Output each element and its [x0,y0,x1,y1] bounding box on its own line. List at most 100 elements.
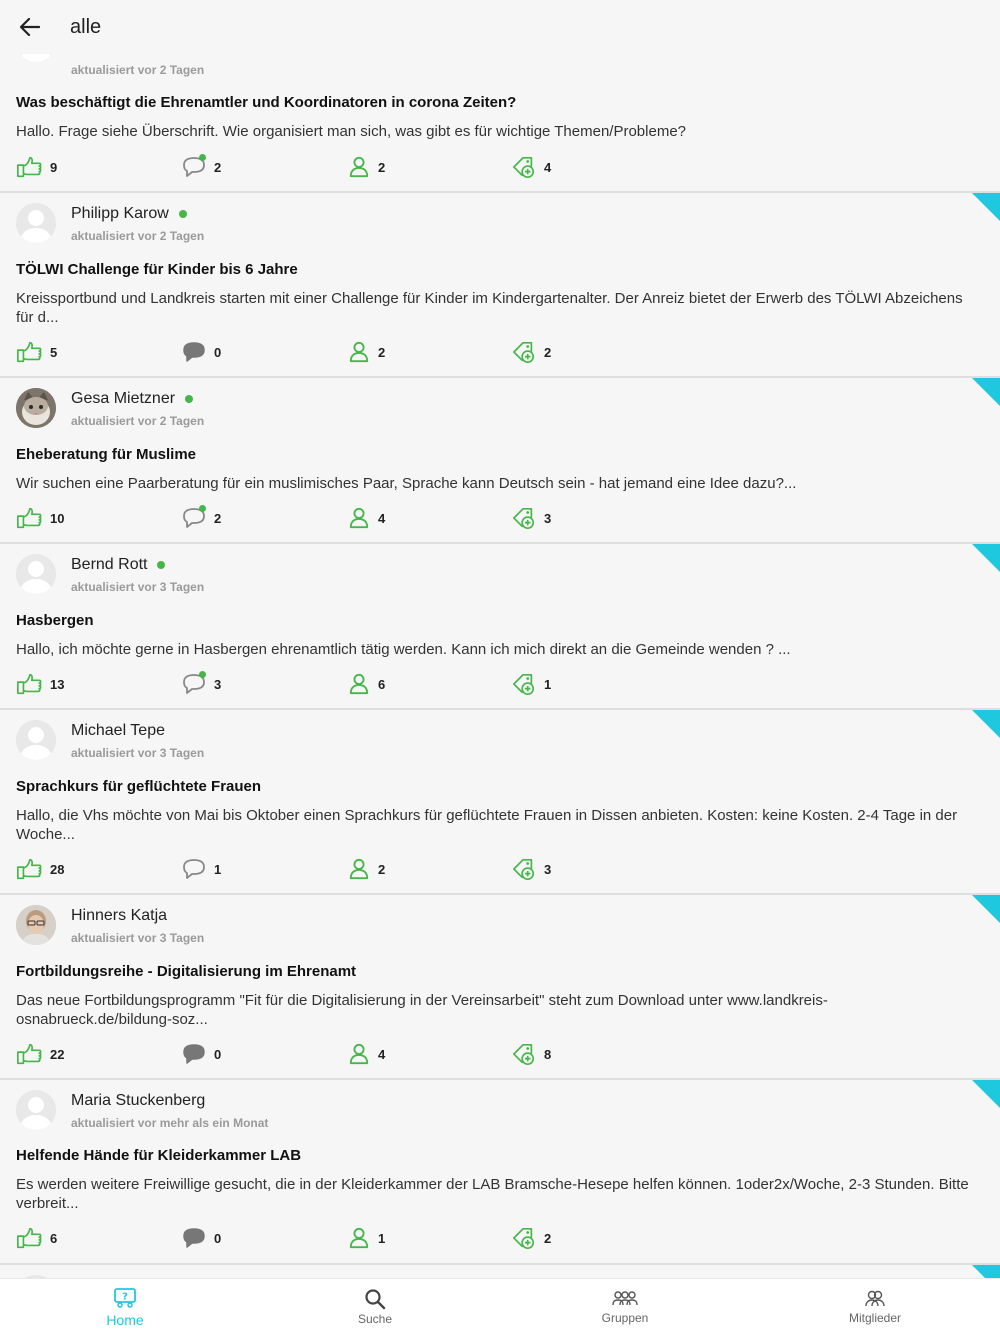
post-card[interactable]: Gesa Mietzner aktualisiert vor 2 Tagen E… [0,378,1000,544]
like-count: 13 [50,676,65,692]
tags-button[interactable]: 2 [512,337,551,367]
post-card[interactable]: Hinners Katja aktualisiert vor 3 Tagen F… [0,895,1000,1080]
cat-photo-icon [16,388,56,428]
new-indicator [972,710,1000,738]
author-name[interactable]: Michael Tepe [71,722,165,740]
person-icon [348,1043,370,1065]
action-bar: 22 0 4 8 [16,1039,1000,1069]
person-icon [348,507,370,529]
like-button[interactable]: 13 [16,669,64,699]
post-preview: Hallo, ich möchte gerne in Hasbergen ehr… [16,641,791,658]
tag-count: 1 [544,676,552,692]
thumbs-up-icon [16,1226,42,1250]
author-name[interactable]: Maria Stuckenberg [71,1092,205,1110]
participants-button[interactable]: 2 [348,337,385,367]
tags-button[interactable]: 1 [512,669,551,699]
author-label: Bernd Rott [71,556,148,573]
comments-button[interactable]: 3 [182,669,221,699]
tag-count: 2 [544,344,552,360]
avatar[interactable] [16,905,56,945]
comments-button[interactable]: 2 [182,503,221,533]
tags-button[interactable]: 2 [512,1223,551,1253]
avatar[interactable] [16,554,56,594]
participant-count: 2 [378,159,386,175]
groups-icon [612,1290,638,1305]
like-button[interactable]: 22 [16,1039,64,1069]
avatar[interactable] [16,203,56,243]
comments-button[interactable]: 0 [182,337,221,367]
like-count: 28 [50,861,65,877]
post-title: Helfende Hände für Kleiderkammer LAB [16,1147,302,1164]
comment-count: 0 [214,1046,222,1062]
like-button[interactable]: 6 [16,1223,57,1253]
tag-count: 8 [544,1046,552,1062]
nav-members[interactable]: Mitglieder [750,1279,1000,1334]
tags-button[interactable]: 4 [512,152,551,182]
avatar[interactable] [16,720,56,760]
updated-time: aktualisiert vor 3 Tagen [71,746,205,760]
author-name[interactable]: Gesa Mietzner [71,390,194,408]
tags-button[interactable]: 8 [512,1039,551,1069]
author-name[interactable]: Bernd Rott [71,556,166,574]
tag-count: 4 [544,159,552,175]
action-bar: 13 3 6 1 [16,669,1000,699]
arrow-left-icon [20,18,40,36]
tag-add-icon [512,1042,536,1066]
participants-button[interactable]: 2 [348,152,385,182]
tags-button[interactable]: 3 [512,854,551,884]
comment-icon [182,1227,206,1249]
participants-button[interactable]: 4 [348,1039,385,1069]
action-bar: 9 2 2 4 [16,152,1000,182]
like-count: 6 [50,1230,58,1246]
thumbs-up-icon [16,340,42,364]
nav-home[interactable]: ? Home [0,1279,250,1334]
nav-home-label: Home [106,1311,144,1328]
tag-count: 3 [544,861,552,877]
comment-count: 0 [214,344,222,360]
comment-count: 1 [214,861,222,877]
participant-count: 4 [378,1046,386,1062]
comments-button[interactable]: 2 [182,152,221,182]
like-button[interactable]: 9 [16,152,57,182]
post-card[interactable]: Maria Stuckenberg aktualisiert vor mehr … [0,1080,1000,1265]
participants-button[interactable]: 2 [348,854,385,884]
comments-button[interactable]: 1 [182,854,221,884]
tag-add-icon [512,1226,536,1250]
avatar[interactable] [16,388,56,428]
comment-icon [182,858,206,880]
like-button[interactable]: 5 [16,337,57,367]
comments-button[interactable]: 0 [182,1039,221,1069]
online-indicator [157,561,166,569]
participants-button[interactable]: 1 [348,1223,385,1253]
like-button[interactable]: 28 [16,854,64,884]
post-title: TÖLWI Challenge für Kinder bis 6 Jahre [16,261,298,278]
post-feed[interactable]: aktualisiert vor 2 Tagen Was beschäftigt… [0,0,1000,1278]
new-indicator [972,1080,1000,1108]
post-card[interactable]: Bernd Rott aktualisiert vor 3 Tagen Hasb… [0,544,1000,710]
avatar[interactable] [16,1090,56,1130]
like-button[interactable]: 10 [16,503,64,533]
post-preview: Kreissportbund und Landkreis starten mit… [16,290,963,326]
like-count: 9 [50,159,58,175]
post-card[interactable]: Philipp Karow aktualisiert vor 2 Tagen T… [0,193,1000,378]
action-bar: 10 2 4 3 [16,503,1000,533]
unread-dot-icon [199,505,206,512]
nav-members-label: Mitglieder [848,1310,902,1325]
updated-time: aktualisiert vor 3 Tagen [71,931,205,945]
unread-dot-icon [199,154,206,161]
comments-button[interactable]: 0 [182,1223,221,1253]
author-name[interactable]: Philipp Karow [71,205,187,223]
back-button[interactable] [0,0,60,54]
nav-search[interactable]: Suche [250,1279,500,1334]
post-card[interactable] [0,1265,1000,1278]
participant-count: 2 [378,861,386,877]
post-card[interactable]: Michael Tepe aktualisiert vor 3 Tagen Sp… [0,710,1000,895]
participants-button[interactable]: 4 [348,503,385,533]
new-indicator [972,378,1000,406]
author-label: Philipp Karow [71,205,169,222]
tags-button[interactable]: 3 [512,503,551,533]
nav-groups[interactable]: Gruppen [500,1279,750,1334]
updated-time: aktualisiert vor mehr als ein Monat [71,1116,269,1130]
participants-button[interactable]: 6 [348,669,385,699]
author-name[interactable]: Hinners Katja [71,907,167,925]
